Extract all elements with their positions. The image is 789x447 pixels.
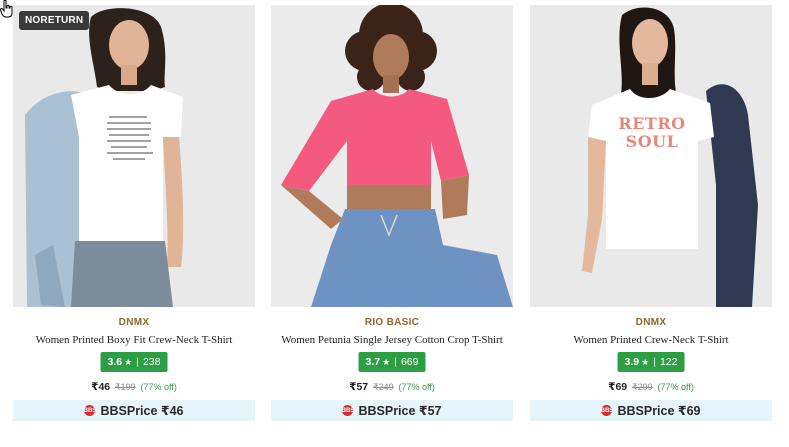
rating-separator: | — [394, 356, 397, 368]
noreturn-badge: NORETURN — [19, 11, 90, 30]
star-icon: ★ — [641, 356, 650, 367]
review-count: 669 — [400, 356, 419, 368]
product-card[interactable]: RETRO SOUL DNMX Women Printed Crew-Neck … — [530, 5, 772, 425]
price-row: ₹57 ₹249 (77% off) — [271, 381, 513, 393]
product-brand: DNMX — [635, 317, 667, 328]
selling-price: ₹69 — [608, 381, 628, 393]
bbs-price-label: BBSPrice ₹69 — [617, 404, 701, 418]
bbs-logo-icon: BBS — [342, 405, 354, 416]
star-icon: ★ — [382, 356, 391, 367]
hand-cursor-icon — [0, 0, 13, 18]
star-icon: ★ — [124, 356, 133, 367]
selling-price: ₹57 — [349, 381, 369, 393]
bbs-price-banner: BBS BBSPrice ₹46 — [13, 400, 255, 421]
rating-badge: 3.9 ★ | 122 — [617, 352, 685, 372]
product-image[interactable] — [271, 5, 513, 307]
product-image[interactable]: RETRO SOUL — [530, 5, 772, 307]
bbs-price-banner: BBS BBSPrice ₹57 — [271, 400, 513, 421]
bbs-logo-icon: BBS — [601, 405, 613, 416]
rating-value: 3.6 — [107, 356, 123, 368]
mrp-price: ₹249 — [372, 382, 394, 392]
product-card[interactable]: RIO BASIC Women Petunia Single Jersey Co… — [271, 5, 513, 425]
rating-badge: 3.6 ★ | 238 — [100, 352, 168, 372]
product-brand: DNMX — [118, 317, 150, 328]
discount-label: (77% off) — [657, 382, 694, 392]
bbs-price-banner: BBS BBSPrice ₹69 — [530, 400, 772, 421]
rating-badge: 3.7 ★ | 669 — [358, 352, 426, 372]
mrp-price: ₹199 — [114, 382, 136, 392]
discount-label: (77% off) — [140, 382, 177, 392]
rating-value: 3.7 — [365, 356, 381, 368]
bbs-logo-icon: BBS — [84, 405, 96, 416]
product-card[interactable]: NORETURN DNMX Women Printed Boxy Fit Cre… — [13, 5, 255, 425]
product-title[interactable]: Women Printed Boxy Fit Crew-Neck T-Shirt — [13, 334, 255, 346]
mrp-price: ₹299 — [631, 382, 653, 392]
price-row: ₹46 ₹199 (77% off) — [13, 381, 255, 393]
review-count: 238 — [142, 356, 161, 368]
price-row: ₹69 ₹299 (77% off) — [530, 381, 772, 393]
bbs-price-label: BBSPrice ₹46 — [100, 404, 184, 418]
product-image[interactable]: NORETURN — [13, 5, 255, 307]
product-title[interactable]: Women Petunia Single Jersey Cotton Crop … — [271, 334, 513, 346]
discount-label: (77% off) — [398, 382, 435, 392]
rating-separator: | — [136, 356, 139, 368]
shirt-print-text: RETRO SOUL — [618, 114, 686, 151]
product-brand: RIO BASIC — [364, 317, 420, 328]
rating-separator: | — [653, 356, 656, 368]
product-title[interactable]: Women Printed Crew-Neck T-Shirt — [530, 334, 772, 346]
selling-price: ₹46 — [91, 381, 111, 393]
bbs-price-label: BBSPrice ₹57 — [358, 404, 442, 418]
rating-value: 3.9 — [624, 356, 640, 368]
review-count: 122 — [659, 356, 678, 368]
